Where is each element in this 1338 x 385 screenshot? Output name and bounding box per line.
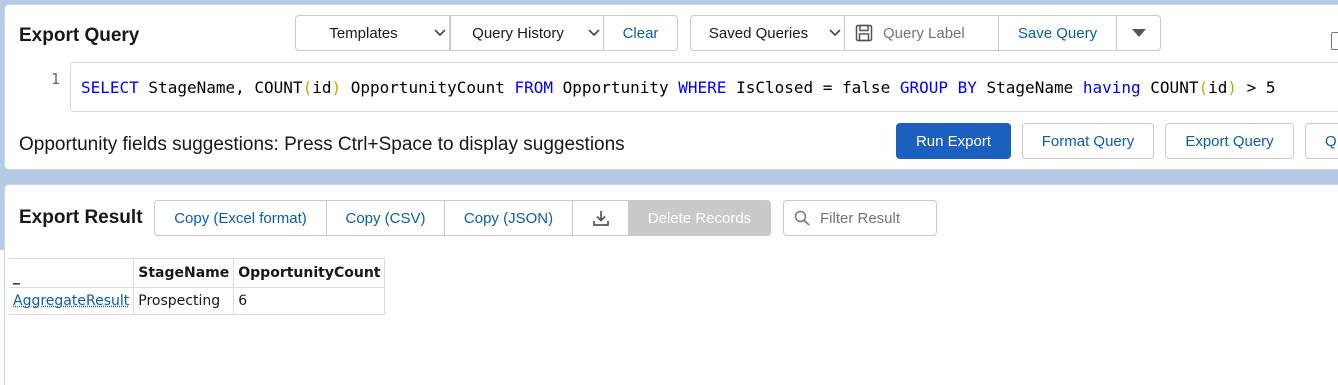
filter-result-field[interactable]	[783, 200, 937, 236]
query-label-field[interactable]: Query Label	[844, 15, 999, 51]
sql-keyword: SELECT	[81, 78, 139, 97]
sql-keyword: WHERE	[678, 78, 726, 97]
export-result-title: Export Result	[19, 207, 143, 229]
sql-keyword: having	[1083, 78, 1141, 97]
query-editor[interactable]: SELECT StageName, COUNT(id) OpportunityC…	[70, 62, 1338, 112]
chevron-down-icon	[826, 29, 844, 37]
sql-text: > 5	[1237, 78, 1276, 97]
sql-text: IsClosed = false	[726, 78, 899, 97]
table-cell: Prospecting	[134, 288, 234, 315]
copy-csv-button[interactable]: Copy (CSV)	[326, 200, 445, 236]
sql-text: StageName	[977, 78, 1083, 97]
sql-keyword: FROM	[515, 78, 554, 97]
saved-queries-select[interactable]: Saved Queries	[690, 15, 845, 51]
sql-paren: )	[331, 78, 341, 97]
sql-text: id	[312, 78, 331, 97]
export-query-title: Export Query	[19, 25, 139, 47]
help-icon-partial[interactable]	[1331, 32, 1338, 50]
chevron-down-icon	[585, 29, 603, 37]
format-query-button[interactable]: Format Query	[1022, 123, 1154, 159]
download-button[interactable]	[572, 200, 629, 236]
column-header: StageName	[134, 259, 234, 288]
save-disk-icon	[855, 24, 873, 42]
sql-paren: (	[303, 78, 313, 97]
sql-text: OpportunityCount	[341, 78, 514, 97]
editor-line-number: 1	[40, 70, 60, 88]
sql-paren: (	[1198, 78, 1208, 97]
download-icon	[592, 209, 610, 227]
sql-text: StageName, COUNT	[139, 78, 303, 97]
query-label-placeholder: Query Label	[883, 25, 965, 42]
record-link[interactable]: AggregateResult	[13, 293, 129, 309]
column-header: OpportunityCount	[234, 259, 385, 288]
chevron-down-icon	[431, 29, 449, 37]
sql-text: id	[1208, 78, 1227, 97]
sql-paren: )	[1227, 78, 1237, 97]
clear-button[interactable]: Clear	[603, 15, 678, 51]
query-history-label: Query History	[451, 25, 585, 42]
sql-text: COUNT	[1141, 78, 1199, 97]
search-icon	[794, 210, 810, 226]
delete-records-button[interactable]: Delete Records	[628, 200, 771, 236]
column-header: _	[9, 259, 134, 288]
table-cell: 6	[234, 288, 385, 315]
run-export-button[interactable]: Run Export	[896, 123, 1011, 159]
sql-keyword: GROUP BY	[900, 78, 977, 97]
copy-json-button[interactable]: Copy (JSON)	[444, 200, 573, 236]
save-options-button[interactable]	[1116, 15, 1161, 51]
table-header-row: _ StageName OpportunityCount	[9, 259, 385, 288]
filter-result-input[interactable]	[818, 209, 932, 228]
saved-queries-label: Saved Queries	[691, 25, 826, 42]
copy-excel-button[interactable]: Copy (Excel format)	[154, 200, 327, 236]
table-cell[interactable]: AggregateResult	[9, 288, 134, 315]
templates-label: Templates	[296, 25, 431, 42]
query-history-select[interactable]: Query History	[450, 15, 604, 51]
caret-down-icon	[1132, 29, 1146, 38]
table-row: AggregateResult Prospecting 6	[9, 288, 385, 315]
save-query-button[interactable]: Save Query	[998, 15, 1117, 51]
sql-text: Opportunity	[553, 78, 678, 97]
partial-button[interactable]: Q	[1305, 123, 1338, 159]
export-query-button[interactable]: Export Query	[1165, 123, 1294, 159]
templates-select[interactable]: Templates	[295, 15, 450, 51]
result-table: _ StageName OpportunityCount AggregateRe…	[9, 258, 385, 315]
suggestion-hint: Opportunity fields suggestions: Press Ct…	[19, 134, 625, 156]
